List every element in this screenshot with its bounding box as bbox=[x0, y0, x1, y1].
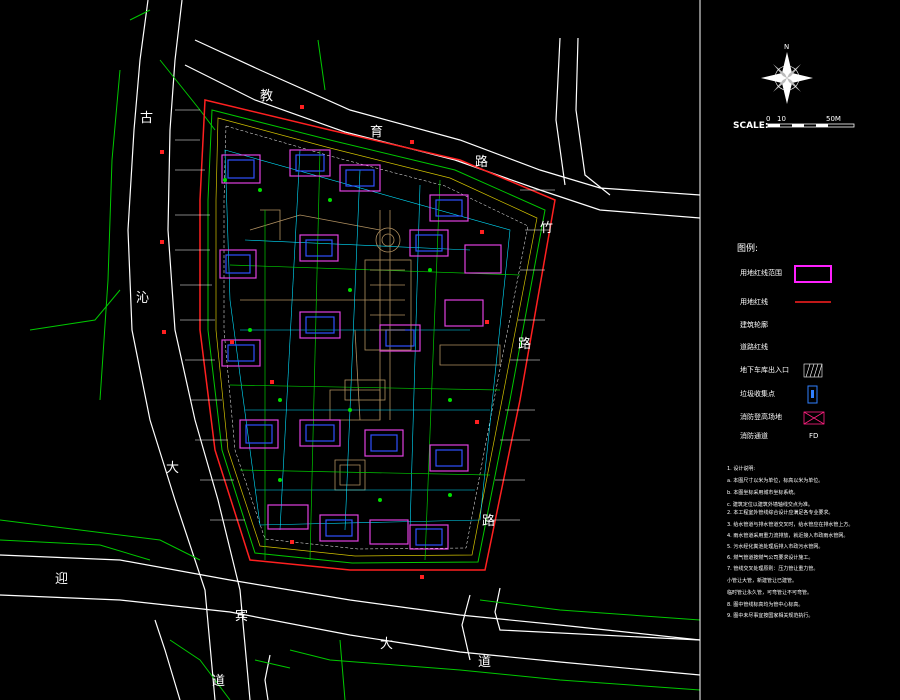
legend-symbol-fd-text: FD bbox=[809, 432, 818, 440]
legend-item-label-4: 地下车库出入口 bbox=[740, 365, 789, 374]
note-line: b. 本图坐标采用城市坐标系统。 bbox=[727, 489, 798, 496]
north-arrow-label: N bbox=[784, 43, 789, 51]
north-road-char-1: 教 bbox=[260, 88, 273, 104]
north-road-char-2: 育 bbox=[370, 124, 383, 140]
note-line: a. 本图尺寸以米为单位，标高以米为单位。 bbox=[727, 477, 823, 484]
note-line: 临时管让永久管，可弯管让不可弯管。 bbox=[727, 589, 812, 596]
note-line: 1. 设计说明: bbox=[727, 465, 755, 472]
note-line: 6. 燃气管道按燃气公司要求设计施工。 bbox=[727, 554, 813, 561]
east-road-char-1: 竹 bbox=[540, 221, 553, 236]
note-line: 8. 图中管线标高均为管中心标高。 bbox=[727, 601, 803, 608]
note-line: 4. 雨水管道采用重力流排放，就近接入市政雨水管网。 bbox=[727, 532, 848, 539]
north-road-char-3: 路 bbox=[475, 154, 488, 170]
note-line: c. 建筑定位以建筑外墙轴线交点为准。 bbox=[727, 501, 813, 508]
west-road-char-1: 古 bbox=[140, 111, 153, 126]
west-road-char-3: 大 bbox=[166, 461, 179, 476]
legend-item-label-3: 道路红线 bbox=[740, 342, 768, 351]
scale-tick-0: 0 bbox=[766, 115, 770, 123]
south-road-char-2: 宾 bbox=[235, 608, 248, 624]
scale-tick-10: 10 bbox=[777, 115, 786, 123]
south-road-char-4: 道 bbox=[478, 655, 491, 670]
legend-title: 图例: bbox=[737, 242, 758, 254]
note-line: 3. 给水管道与排水管道交叉时，给水管应在排水管上方。 bbox=[727, 521, 853, 528]
legend-item-label-6: 消防登高场地 bbox=[740, 412, 782, 421]
west-road-char-4: 道 bbox=[212, 674, 225, 689]
legend-item-label-5: 垃圾收集点 bbox=[740, 389, 775, 398]
legend-item-label-1: 用地红线 bbox=[740, 297, 768, 306]
east-road-char-3: 路 bbox=[482, 513, 495, 529]
south-road-char-1: 迎 bbox=[55, 572, 68, 587]
note-line: 9. 图中未尽事宜按国家相关规范执行。 bbox=[727, 612, 813, 619]
note-line: 7. 管线交叉处理原则：压力管让重力管。 bbox=[727, 565, 818, 572]
west-road-char-2: 沁 bbox=[136, 291, 149, 306]
legend-item-label-7: 消防通道 bbox=[740, 431, 768, 440]
scale-tick-50: 50M bbox=[826, 115, 841, 123]
scale-label: SCALE: bbox=[733, 121, 769, 131]
note-line: 小管让大管，新建管让已建管。 bbox=[727, 577, 797, 584]
note-line: 5. 污水经化粪池处理后排入市政污水管网。 bbox=[727, 543, 823, 550]
legend-item-label-0: 用地红线范围 bbox=[740, 268, 782, 277]
legend-item-label-2: 建筑轮廓 bbox=[740, 320, 768, 329]
east-road-char-2: 路 bbox=[518, 336, 531, 352]
note-line: 2. 本工程室外管线综合设计应满足各专业要求。 bbox=[727, 509, 833, 516]
south-road-char-3: 大 bbox=[380, 637, 393, 652]
site-plan-drawing: 古 沁 大 道 教 育 路 迎 宾 大 道 竹 路 路 N SCALE: 0 1… bbox=[0, 0, 900, 700]
